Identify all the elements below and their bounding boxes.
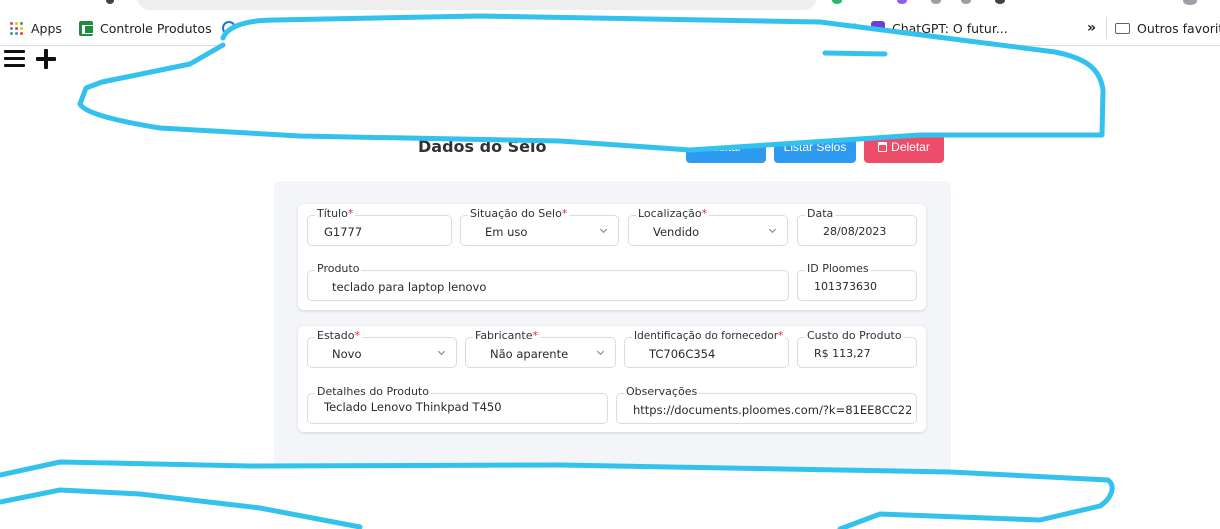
field-label: Estado* [315,329,362,343]
ploomes-id-value: 101373630 [814,280,877,293]
apps-grid-icon [9,21,24,36]
address-bar[interactable] [137,0,817,10]
bookmark-calendly[interactable]: Calendly [221,18,297,38]
product-details-field[interactable]: Detalhes do Produto Teclado Lenovo Think… [307,385,608,424]
observations-field[interactable]: Observações https://documents.ploomes.co… [616,385,917,424]
folder-icon [1115,21,1130,36]
field-label: Produto [315,262,362,276]
trash-icon [878,142,888,152]
chevron-down-icon [599,225,608,234]
delete-button-label: Deletar [891,140,930,154]
tab-icon [106,0,114,4]
product-field[interactable]: Produto teclado para laptop lenovo [307,262,789,301]
title-value: G1777 [324,225,363,239]
date-field[interactable]: Data 28/08/2023 [797,207,917,246]
calendly-icon [221,21,236,36]
redaction-fill-bottom [0,462,1113,529]
bookmark-apps[interactable]: Apps [9,18,62,38]
bookmark-label: fesComercialSG [483,20,582,36]
redaction-stroke-bottom [0,459,1115,529]
site-icon [309,21,324,36]
field-label: Custo do Produto [805,329,904,343]
profile-avatar[interactable] [1183,0,1197,5]
observations-value: https://documents.ploomes.com/?k=81EE8CC… [633,403,911,417]
condition-select[interactable]: Estado* Novo [307,329,457,368]
bookmarks-bar: Apps Controle Produtos Calendly (3) Tecl… [0,12,1220,46]
page-title: Dados do Selo [418,137,547,156]
seal-status-select[interactable]: Situação do Selo* Em uso [460,207,619,246]
field-label: Data [805,207,836,221]
bookmark-controle-produtos[interactable]: Controle Produtos [78,18,212,38]
bookmark-other-folder[interactable]: Outros favoritos [1106,17,1220,39]
date-value: 28/08/2023 [823,225,887,238]
chevron-down-icon [768,225,777,234]
menu-icon[interactable] [4,50,25,67]
bookmark-label: Controle Produtos [100,20,212,36]
bookmark-whatsapp[interactable]: Whatsapp Web [745,18,861,38]
field-label: ID Ploomes [805,262,871,276]
field-label: Localização* [636,207,710,221]
list-button-label: Listar Selos [783,140,847,154]
seal-status-value: Em uso [485,225,528,239]
manufacturer-value: Não aparente [490,347,569,361]
extension-icon[interactable] [931,0,941,4]
edit-button[interactable]: Editar [686,131,766,163]
location-value: Vendido [653,225,700,239]
extension-icon[interactable] [897,0,907,4]
product-value: teclado para laptop lenovo [332,280,487,294]
bookmarks-overflow-button[interactable]: » [1087,18,1096,38]
bookmark-teclado-leno[interactable]: Teclado Leno... [595,18,709,38]
google-sheets-icon [78,20,94,36]
bookmark-chatgpt[interactable]: ChatGPT: O futur... [870,18,1008,38]
list-seals-button[interactable]: Listar Selos [774,131,856,163]
site-icon [461,21,476,36]
redaction-stroke-tail [822,50,888,57]
field-label: Detalhes do Produto [315,385,431,399]
field-label: Título* [315,207,356,221]
extension-icon[interactable] [961,0,971,4]
ploomes-id-field[interactable]: ID Ploomes 101373630 [797,262,917,301]
supplier-id-field[interactable]: Identificação do fornecedor* TC706C354 [624,329,789,368]
field-label: Identificação do fornecedor* [632,329,786,343]
field-label: Observações [624,385,700,399]
chevron-down-icon [437,347,446,356]
extension-icon[interactable] [832,0,842,4]
field-label: Fabricante* [473,329,540,343]
product-cost-value: R$ 113,27 [814,347,871,360]
edit-button-label: Editar [710,140,742,154]
manufacturer-select[interactable]: Fabricante* Não aparente [465,329,616,368]
bookmark-teclado-lenovo[interactable]: (3) Teclado Lenov... [309,18,452,38]
site-icon [595,21,610,36]
location-select[interactable]: Localização* Vendido [628,207,788,246]
condition-value: Novo [332,347,362,361]
chatgpt-icon [870,21,885,36]
bookmark-label: (3) Teclado Lenov... [331,20,452,36]
bookmark-label: Calendly [243,20,298,36]
bookmark-label: Teclado Leno... [617,20,710,36]
chevron-double-right-icon: » [1087,20,1097,36]
bookmark-label: Whatsapp Web [767,20,862,36]
bookmark-label: ChatGPT: O futur... [892,20,1008,36]
chevron-down-icon [596,347,605,356]
plus-icon[interactable] [36,49,56,69]
bookmark-comercial[interactable]: fesComercialSG [461,18,582,38]
delete-button[interactable]: Deletar [864,131,944,163]
extension-icon[interactable] [995,0,1005,4]
title-field[interactable]: Título* G1777 [307,207,452,246]
bookmark-label: Outros favoritos [1137,20,1220,36]
supplier-id-value: TC706C354 [649,347,716,361]
purchase-section-title: Compra [43,519,109,529]
bookmark-label: Apps [31,20,62,36]
field-label: Situação do Selo* [468,207,570,221]
product-details-value: Teclado Lenovo Thinkpad T450 [324,400,502,414]
address-bar-area [0,0,1220,12]
whatsapp-icon [745,21,760,36]
product-cost-field[interactable]: Custo do Produto R$ 113,27 [797,329,917,368]
